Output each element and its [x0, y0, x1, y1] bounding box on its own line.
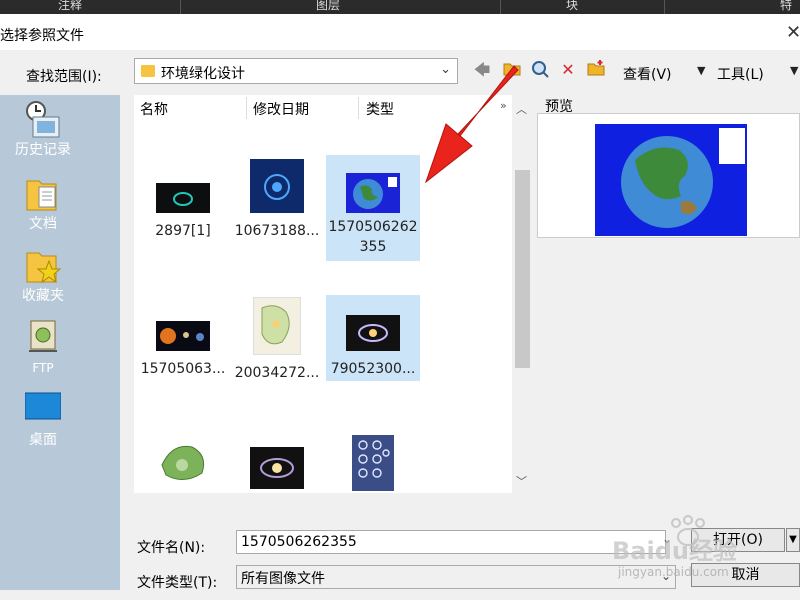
ribbon-separator — [500, 0, 501, 14]
image-thumbnail — [253, 297, 301, 355]
file-name: 20034272... — [234, 365, 320, 381]
search-web-icon[interactable] — [530, 60, 550, 80]
ribbon-tab-layers[interactable]: 图层 — [316, 0, 340, 13]
image-thumbnail — [156, 435, 210, 489]
favorites-icon — [25, 247, 62, 284]
look-in-value: 环境绿化设计 — [161, 66, 245, 82]
watermark: Baidu经验 jingyan.baidu.com — [612, 515, 800, 585]
places-sidebar: 历史记录 文档 收藏夹 FTP 桌面 — [0, 95, 120, 590]
file-item[interactable]: 10673188... — [230, 155, 324, 255]
scrollbar-thumb[interactable] — [515, 170, 530, 368]
tools-menu[interactable]: 工具(L) — [717, 64, 764, 84]
watermark-brand: Baidu经验 — [612, 537, 737, 565]
scroll-up-icon[interactable]: ︿ — [516, 101, 527, 117]
image-thumbnail — [346, 315, 400, 351]
look-in-label: 查找范围(I): — [26, 69, 102, 85]
file-item[interactable]: 2897[1] — [136, 155, 230, 255]
file-name-label: 文件名(N): — [137, 540, 206, 556]
folder-icon — [141, 65, 155, 77]
caret-down-icon[interactable]: ▼ — [790, 64, 798, 77]
dialog-title: 选择参照文件 — [0, 28, 84, 44]
file-item[interactable]: 20034272... — [230, 295, 324, 385]
file-type-label: 文件类型(T): — [137, 575, 218, 591]
documents-icon — [25, 175, 61, 211]
ftp-icon — [25, 317, 61, 352]
column-header-type[interactable]: 类型 — [366, 99, 394, 119]
history-icon — [25, 101, 61, 138]
file-name-input[interactable] — [236, 530, 666, 554]
sidebar-item-label: 收藏夹 — [22, 288, 64, 304]
close-icon[interactable]: ✕ — [786, 22, 800, 43]
file-type-dropdown[interactable]: 所有图像文件 ⌄ — [236, 565, 676, 589]
ribbon-tab-block[interactable]: 块 — [566, 0, 578, 13]
app-ribbon-strip: 注释 图层 块 特 — [0, 0, 800, 14]
new-folder-icon[interactable] — [586, 60, 606, 80]
column-header-name[interactable]: 名称 — [140, 99, 168, 119]
image-thumbnail — [250, 447, 304, 489]
file-item-hover[interactable]: 79052300... — [326, 295, 420, 381]
ribbon-tab-properties[interactable]: 特 — [780, 0, 792, 13]
file-name: 15705063... — [140, 361, 226, 377]
file-item-selected[interactable]: 1570506262355 — [326, 155, 420, 261]
look-in-dropdown[interactable]: 环境绿化设计 ⌄ — [134, 58, 458, 84]
sidebar-item-ftp[interactable]: FTP — [0, 317, 86, 375]
ribbon-separator — [180, 0, 181, 14]
image-thumbnail — [156, 183, 210, 213]
sidebar-item-label: 历史记录 — [15, 142, 71, 158]
file-name: 1570506262355 — [328, 219, 418, 255]
sidebar-item-label: 文档 — [29, 216, 57, 232]
file-type-value: 所有图像文件 — [241, 571, 325, 587]
image-thumbnail — [156, 321, 210, 351]
delete-icon[interactable]: ✕ — [558, 60, 578, 80]
desktop-icon — [24, 391, 62, 425]
file-name: 10673188... — [234, 223, 320, 239]
scroll-down-icon[interactable]: ﹀ — [516, 473, 527, 489]
file-item[interactable] — [136, 435, 230, 493]
preview-image — [595, 124, 747, 236]
image-thumbnail — [346, 173, 400, 213]
sidebar-item-favorites[interactable]: 收藏夹 — [0, 247, 86, 305]
file-item[interactable]: 15705063... — [136, 295, 230, 385]
column-separator[interactable] — [246, 97, 247, 119]
caret-down-icon[interactable]: ▼ — [697, 64, 705, 77]
sidebar-item-desktop[interactable]: 桌面 — [0, 391, 86, 449]
column-header-date[interactable]: 修改日期 — [253, 99, 309, 119]
ribbon-separator — [664, 0, 665, 14]
file-item[interactable] — [230, 447, 324, 493]
sidebar-item-label: FTP — [32, 361, 54, 375]
dialog-title-bar — [0, 14, 800, 50]
sidebar-item-documents[interactable]: 文档 — [0, 175, 86, 233]
sidebar-item-label: 桌面 — [29, 432, 57, 448]
ribbon-tab-annotate[interactable]: 注释 — [58, 0, 82, 13]
image-thumbnail — [250, 159, 304, 213]
sidebar-item-history[interactable]: 历史记录 — [0, 101, 86, 159]
image-thumbnail — [352, 435, 394, 491]
file-item[interactable] — [326, 435, 420, 493]
view-menu[interactable]: 查看(V) — [623, 64, 672, 84]
column-separator[interactable] — [358, 97, 359, 119]
preview-pane — [537, 113, 800, 238]
vertical-scrollbar[interactable]: ︿ ﹀ — [512, 95, 533, 493]
file-name: 79052300... — [330, 361, 416, 377]
watermark-url: jingyan.baidu.com — [618, 565, 729, 579]
file-name: 2897[1] — [155, 223, 211, 239]
